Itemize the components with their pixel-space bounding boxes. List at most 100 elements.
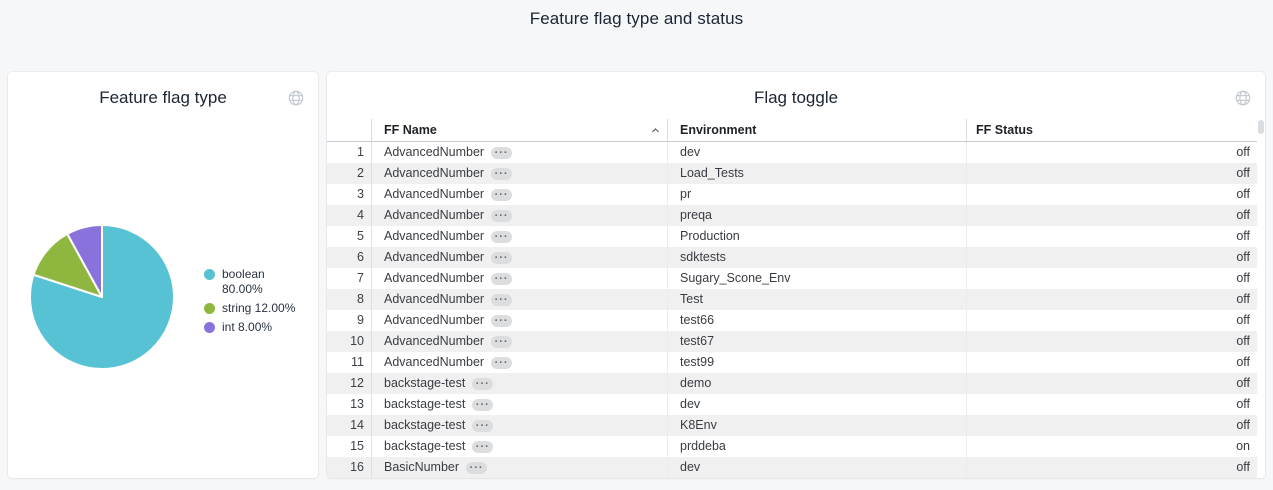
ellipsis-icon[interactable] [472,420,493,432]
environment-cell: sdktests [667,247,966,268]
ff-name-text: AdvancedNumber [384,247,484,268]
table-row[interactable]: 10 AdvancedNumber test67 off [327,331,1257,352]
legend-item[interactable]: string 12.00% [204,301,302,316]
page-title: Feature flag type and status [0,0,1273,38]
environment-cell: pr [667,184,966,205]
ff-status-cell: off [966,226,1257,247]
ff-name-cell: AdvancedNumber [371,289,667,310]
column-header-ff-name-label: FF Name [384,119,437,141]
ff-name-text: backstage-test [384,373,465,394]
ellipsis-icon[interactable] [491,357,512,369]
environment-cell: Load_Tests [667,163,966,184]
table-row[interactable]: 13 backstage-test dev off [327,394,1257,415]
ellipsis-icon[interactable] [491,231,512,243]
table-row[interactable]: 9 AdvancedNumber test66 off [327,310,1257,331]
ff-name-text: AdvancedNumber [384,142,484,163]
legend-item[interactable]: boolean 80.00% [204,267,302,297]
ellipsis-icon[interactable] [491,336,512,348]
table-row[interactable]: 7 AdvancedNumber Sugary_Scone_Env off [327,268,1257,289]
ff-status-cell: off [966,289,1257,310]
ff-status-cell: off [966,205,1257,226]
row-number-cell: 7 [327,268,371,289]
ff-status-cell: off [966,415,1257,436]
ff-name-cell: AdvancedNumber [371,226,667,247]
ff-name-cell: backstage-test [371,394,667,415]
environment-cell: Production [667,226,966,247]
flag-toggle-panel: Flag toggle FF Name Environment FF Statu… [327,72,1265,478]
table-row[interactable]: 6 AdvancedNumber sdktests off [327,247,1257,268]
ff-name-cell: backstage-test [371,436,667,457]
header-row-number [327,119,371,141]
ff-status-cell: off [966,247,1257,268]
table-row[interactable]: 15 backstage-test prddeba on [327,436,1257,457]
column-header-ff-name[interactable]: FF Name [371,119,667,141]
ff-name-text: BasicNumber [384,457,459,478]
ff-name-text: AdvancedNumber [384,331,484,352]
ff-name-cell: AdvancedNumber [371,352,667,373]
ellipsis-icon[interactable] [491,189,512,201]
ff-name-cell: AdvancedNumber [371,184,667,205]
table-row[interactable]: 2 AdvancedNumber Load_Tests off [327,163,1257,184]
ff-status-cell: off [966,163,1257,184]
ellipsis-icon[interactable] [472,378,493,390]
table-scrollbar-thumb[interactable] [1258,120,1264,134]
ff-name-cell: AdvancedNumber [371,142,667,163]
ff-name-text: AdvancedNumber [384,226,484,247]
legend-label: int 8.00% [222,320,272,335]
environment-cell: Test [667,289,966,310]
globe-icon[interactable] [287,89,305,107]
row-number-cell: 1 [327,142,371,163]
ff-name-cell: backstage-test [371,415,667,436]
table-row[interactable]: 1 AdvancedNumber dev off [327,142,1257,163]
table-row[interactable]: 4 AdvancedNumber preqa off [327,205,1257,226]
ellipsis-icon[interactable] [491,315,512,327]
ellipsis-icon[interactable] [491,294,512,306]
legend-color-dot [204,303,215,314]
ellipsis-icon[interactable] [491,273,512,285]
environment-cell: test67 [667,331,966,352]
table-row[interactable]: 5 AdvancedNumber Production off [327,226,1257,247]
ellipsis-icon[interactable] [491,147,512,159]
flag-toggle-table: FF Name Environment FF Status 1 Advanced… [327,119,1257,478]
ff-name-text: AdvancedNumber [384,352,484,373]
table-body: 1 AdvancedNumber dev off 2 AdvancedNumbe… [327,142,1257,478]
pie-chart [17,212,187,382]
column-header-environment[interactable]: Environment [667,119,966,141]
table-row[interactable]: 16 BasicNumber dev off [327,457,1257,478]
row-number-cell: 10 [327,331,371,352]
table-row[interactable]: 11 AdvancedNumber test99 off [327,352,1257,373]
table-row[interactable]: 8 AdvancedNumber Test off [327,289,1257,310]
ff-status-cell: off [966,352,1257,373]
environment-cell: preqa [667,205,966,226]
ff-status-cell: on [966,436,1257,457]
row-number-cell: 5 [327,226,371,247]
row-number-cell: 12 [327,373,371,394]
panel-title-flag-toggle: Flag toggle [327,72,1265,119]
ff-name-text: backstage-test [384,394,465,415]
column-header-ff-status[interactable]: FF Status [966,119,1257,141]
ff-name-cell: AdvancedNumber [371,163,667,184]
ellipsis-icon[interactable] [491,252,512,264]
table-row[interactable]: 12 backstage-test demo off [327,373,1257,394]
table-row[interactable]: 3 AdvancedNumber pr off [327,184,1257,205]
row-number-cell: 8 [327,289,371,310]
ellipsis-icon[interactable] [472,399,493,411]
legend-item[interactable]: int 8.00% [204,320,302,335]
ellipsis-icon[interactable] [491,168,512,180]
row-number-cell: 16 [327,457,371,478]
environment-cell: dev [667,142,966,163]
ff-status-cell: off [966,457,1257,478]
ff-name-text: AdvancedNumber [384,310,484,331]
globe-icon[interactable] [1234,89,1252,107]
ff-name-text: AdvancedNumber [384,184,484,205]
ff-name-text: AdvancedNumber [384,289,484,310]
sort-asc-icon [650,125,661,136]
row-number-cell: 15 [327,436,371,457]
table-scrollbar[interactable] [1257,119,1265,478]
ellipsis-icon[interactable] [491,210,512,222]
row-number-cell: 13 [327,394,371,415]
ff-name-cell: backstage-test [371,373,667,394]
ellipsis-icon[interactable] [472,441,493,453]
ellipsis-icon[interactable] [466,462,487,474]
table-row[interactable]: 14 backstage-test K8Env off [327,415,1257,436]
